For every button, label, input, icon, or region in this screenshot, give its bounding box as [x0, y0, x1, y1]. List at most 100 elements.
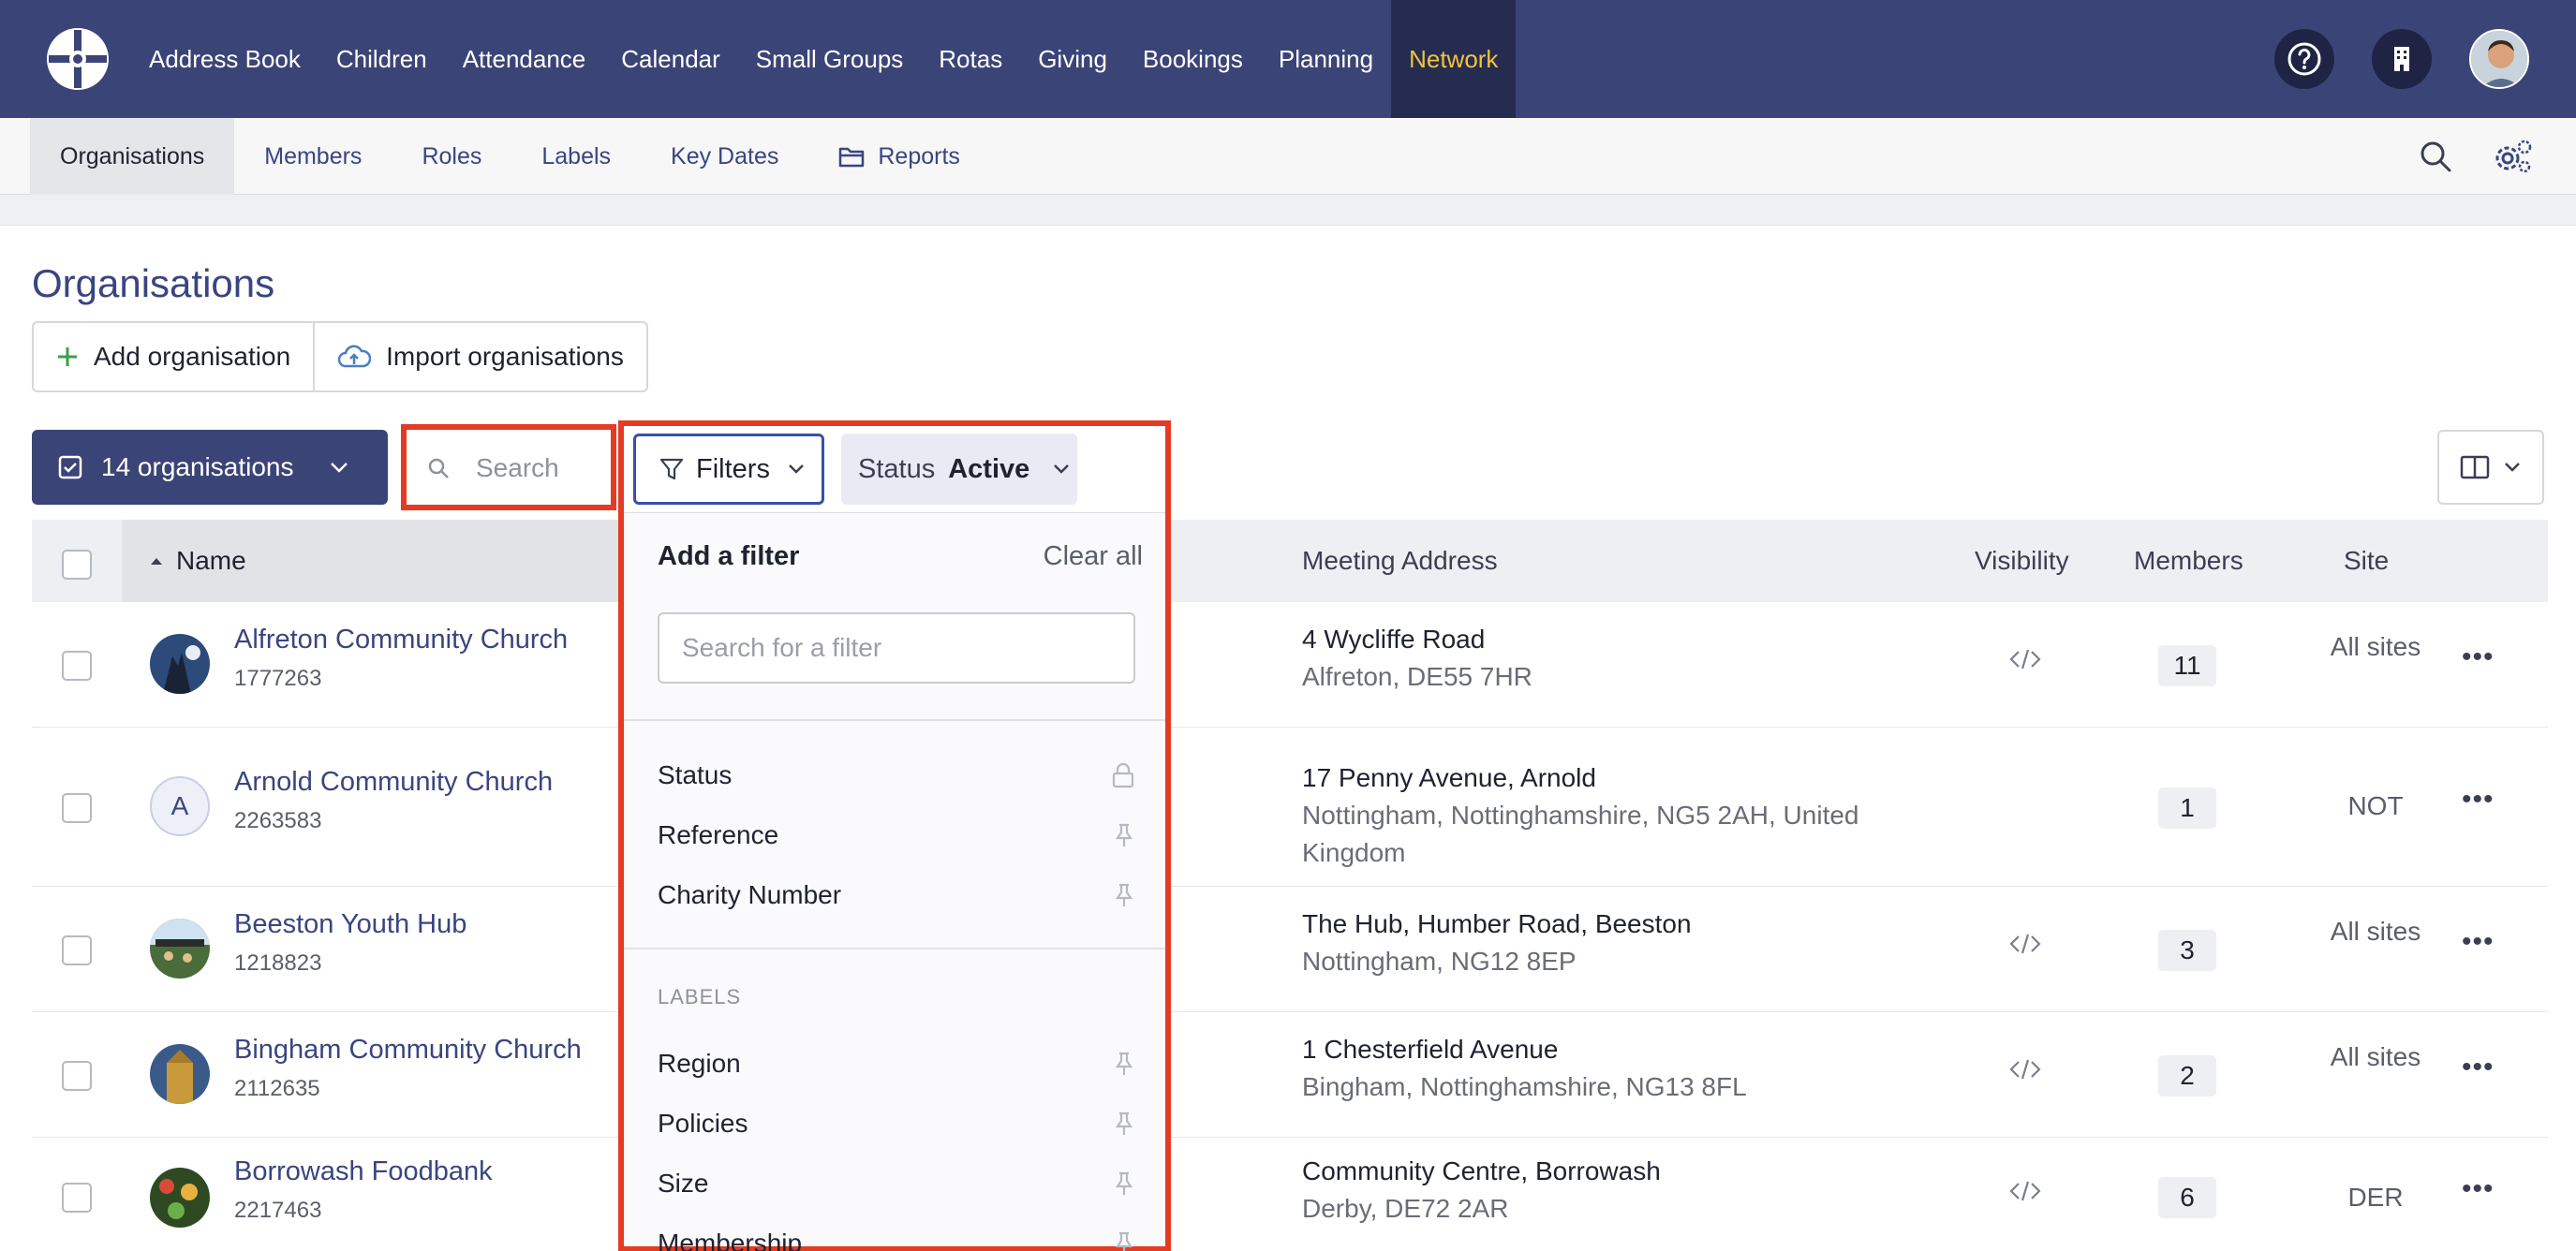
lock-icon — [1112, 762, 1134, 788]
filter-option-label: Reference — [658, 820, 779, 849]
selection-count: 14 organisations — [101, 452, 294, 481]
nav-item-bookings[interactable]: Bookings — [1125, 0, 1261, 118]
pin-icon[interactable] — [1113, 1230, 1135, 1251]
search-input[interactable]: Search — [414, 435, 605, 501]
user-avatar[interactable] — [2469, 29, 2529, 89]
select-all-checkbox[interactable] — [62, 550, 92, 580]
filter-search-input[interactable]: Search for a filter — [658, 612, 1135, 684]
tab-reports-label: Reports — [878, 142, 960, 169]
org-avatar — [150, 1044, 210, 1104]
row-checkbox[interactable] — [62, 935, 92, 965]
pin-icon[interactable] — [1113, 882, 1135, 908]
help-icon — [2287, 42, 2321, 76]
row-checkbox[interactable] — [62, 651, 92, 681]
chevron-down-icon — [1054, 464, 1070, 474]
nav-item-attendance[interactable]: Attendance — [445, 0, 604, 118]
column-header-name-label: Name — [176, 546, 246, 575]
plus-icon — [58, 347, 77, 366]
org-name-link[interactable]: Beeston Youth Hub — [234, 909, 466, 940]
column-header-address[interactable]: Meeting Address — [1302, 520, 1498, 602]
row-checkbox[interactable] — [62, 1183, 92, 1213]
tab-roles[interactable]: Roles — [392, 118, 511, 195]
settings-icon[interactable] — [2494, 139, 2533, 174]
table-row[interactable]: Alfreton Community Church 1777263 4 Wycl… — [32, 602, 2548, 728]
column-header-visibility[interactable]: Visibility — [1975, 520, 2069, 602]
site-value: All sites — [2330, 917, 2421, 946]
nav-item-calendar[interactable]: Calendar — [603, 0, 738, 118]
pin-icon[interactable] — [1113, 1051, 1135, 1077]
filter-option-region[interactable]: Region — [658, 1038, 1135, 1090]
tab-members[interactable]: Members — [234, 118, 392, 195]
folder-icon — [839, 147, 865, 168]
tab-labels[interactable]: Labels — [511, 118, 641, 195]
column-header-site[interactable]: Site — [2344, 520, 2389, 602]
search-highlight: Search — [401, 424, 616, 510]
more-actions-icon[interactable]: ••• — [2462, 1173, 2495, 1205]
members-count: 1 — [2158, 787, 2216, 829]
nav-item-children[interactable]: Children — [318, 0, 445, 118]
filter-option-label: Region — [658, 1049, 741, 1078]
column-header-name[interactable]: Name — [122, 520, 646, 602]
nav-item-giving[interactable]: Giving — [1020, 0, 1125, 118]
dropdown-title: Add a filter — [658, 541, 800, 571]
row-checkbox[interactable] — [62, 793, 92, 823]
top-navigation: Address Book Children Attendance Calenda… — [0, 0, 2576, 118]
more-actions-icon[interactable]: ••• — [2462, 1052, 2495, 1083]
org-reference: 2263583 — [234, 808, 322, 833]
more-actions-icon[interactable]: ••• — [2462, 926, 2495, 958]
more-actions-icon[interactable]: ••• — [2462, 641, 2495, 673]
checkbox-checked-icon — [58, 455, 82, 479]
org-name-link[interactable]: Bingham Community Church — [234, 1035, 582, 1066]
address-line-2: Nottingham, NG12 8EP — [1302, 947, 1577, 976]
nav-item-small-groups[interactable]: Small Groups — [738, 0, 922, 118]
add-organisation-button[interactable]: Add organisation — [34, 323, 313, 390]
address-line-1: Community Centre, Borrowash — [1302, 1156, 1661, 1185]
column-header-members[interactable]: Members — [2134, 520, 2243, 602]
tab-reports[interactable]: Reports — [808, 118, 990, 195]
filters-button[interactable]: Filters — [633, 434, 824, 505]
selection-dropdown-button[interactable]: 14 organisations — [32, 430, 388, 505]
org-reference: 1218823 — [234, 950, 322, 976]
search-icon[interactable] — [2419, 140, 2452, 173]
nav-item-planning[interactable]: Planning — [1261, 0, 1391, 118]
columns-icon — [2460, 455, 2490, 479]
clear-all-button[interactable]: Clear all — [1044, 541, 1143, 572]
organisation-button[interactable] — [2372, 29, 2432, 89]
tab-key-dates[interactable]: Key Dates — [641, 118, 808, 195]
pin-icon[interactable] — [1113, 822, 1135, 848]
filter-option-status[interactable]: Status — [658, 749, 1135, 802]
app-logo-icon[interactable] — [45, 26, 111, 92]
filter-option-charity-number[interactable]: Charity Number — [658, 869, 1135, 921]
filter-option-reference[interactable]: Reference — [658, 809, 1135, 861]
embed-icon — [2005, 647, 2046, 676]
pin-icon[interactable] — [1113, 1111, 1135, 1137]
table-row[interactable]: Borrowash Foodbank 2217463 Community Cen… — [32, 1138, 2548, 1251]
org-avatar — [150, 634, 210, 694]
org-reference: 2217463 — [234, 1198, 322, 1223]
table-row[interactable]: Bingham Community Church 2112635 1 Chest… — [32, 1012, 2548, 1138]
pin-icon[interactable] — [1113, 1170, 1135, 1197]
org-name-link[interactable]: Alfreton Community Church — [234, 625, 568, 655]
search-placeholder: Search — [476, 453, 559, 482]
filter-option-label: Status — [658, 760, 733, 789]
org-name-link[interactable]: Borrowash Foodbank — [234, 1156, 493, 1187]
nav-item-rotas[interactable]: Rotas — [921, 0, 1020, 118]
page-title: Organisations — [32, 261, 275, 305]
nav-item-network[interactable]: Network — [1391, 0, 1517, 118]
org-name-link[interactable]: Arnold Community Church — [234, 767, 553, 798]
row-checkbox[interactable] — [62, 1061, 92, 1091]
filter-option-membership[interactable]: Membership — [658, 1217, 1135, 1251]
tab-organisations[interactable]: Organisations — [30, 118, 235, 195]
nav-item-address-book[interactable]: Address Book — [131, 0, 318, 118]
table-row[interactable]: Beeston Youth Hub 1218823 The Hub, Humbe… — [32, 887, 2548, 1012]
more-actions-icon[interactable]: ••• — [2462, 784, 2495, 816]
address-line-1: 17 Penny Avenue, Arnold — [1302, 763, 1596, 792]
filter-option-size[interactable]: Size — [658, 1157, 1135, 1210]
address-line-2: Alfreton, DE55 7HR — [1302, 662, 1532, 691]
import-organisations-button[interactable]: Import organisations — [313, 323, 646, 390]
filter-option-policies[interactable]: Policies — [658, 1097, 1135, 1150]
table-row[interactable]: A Arnold Community Church 2263583 17 Pen… — [32, 728, 2548, 887]
status-filter-chip[interactable]: Status Active — [841, 434, 1077, 505]
columns-button[interactable] — [2437, 430, 2544, 505]
help-button[interactable] — [2274, 29, 2334, 89]
